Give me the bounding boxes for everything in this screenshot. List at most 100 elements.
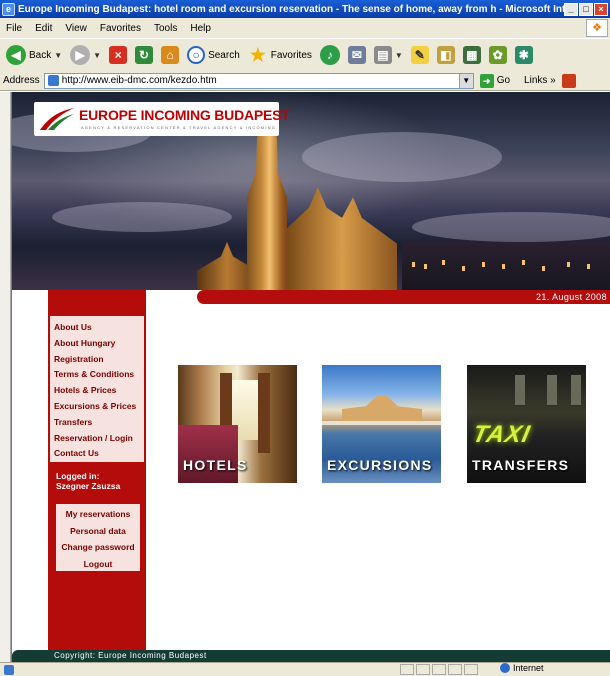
links-extra-icon[interactable]	[561, 73, 576, 88]
address-label: Address	[3, 75, 40, 86]
nav-about-hungary[interactable]: About Hungary	[50, 336, 144, 352]
mail-button[interactable]: ✉	[346, 42, 368, 68]
church-roofs	[287, 187, 397, 290]
messenger-icon: ✿	[488, 46, 507, 64]
toolbar: ◀ Back ▼ ▶ ▼ × ↻ ⌂ ○ Search ★ Favorites …	[0, 38, 610, 71]
logo-swoosh-icon	[40, 108, 74, 130]
media-button[interactable]: ♪	[318, 42, 342, 68]
favorites-label: Favorites	[270, 49, 312, 61]
main-nav: About Us About Hungary Registration Term…	[50, 316, 144, 462]
status-panes	[400, 664, 478, 675]
print-icon: ▤	[373, 46, 392, 64]
puzzle-icon: ✱	[514, 46, 533, 64]
chevron-down-icon[interactable]: ▼	[93, 51, 101, 60]
bridge-photo	[322, 421, 441, 425]
messenger-button[interactable]: ✿	[487, 42, 509, 68]
hero-banner: EUROPE INCOMING BUDAPEST AGENCY & RESERV…	[12, 92, 610, 290]
chevron-down-icon[interactable]: ▼	[458, 73, 473, 88]
left-frame-edge	[0, 92, 11, 662]
transfers-tile[interactable]: TAXI TRANSFERS	[467, 365, 586, 483]
home-button[interactable]: ⌂	[159, 42, 181, 68]
logo-tagline: AGENCY & RESERVATION CENTER & TRAVEL AGE…	[81, 125, 277, 130]
edit-icon: ✎	[410, 46, 429, 64]
refresh-button[interactable]: ↻	[133, 42, 155, 68]
logo-text: EUROPE INCOMING BUDAPEST	[79, 107, 290, 123]
window-controls: _ □ ×	[564, 2, 608, 16]
address-url: http://www.eib-dmc.com/kezdo.htm	[61, 75, 217, 86]
menu-favorites[interactable]: Favorites	[100, 23, 141, 34]
back-label: Back	[29, 49, 52, 61]
star-icon: ★	[249, 45, 266, 65]
nav-contact-us[interactable]: Contact Us	[50, 446, 144, 462]
go-arrow-icon: ➜	[479, 73, 494, 88]
cloud	[52, 202, 232, 232]
personal-data-link[interactable]: Personal data	[56, 523, 140, 540]
tools-extra-button[interactable]: ✱	[513, 42, 535, 68]
page-status-icon	[4, 664, 14, 675]
nav-transfers[interactable]: Transfers	[50, 415, 144, 431]
research-icon: ▦	[462, 46, 481, 64]
nav-terms[interactable]: Terms & Conditions	[50, 367, 144, 383]
page-icon	[47, 75, 59, 86]
security-zone: Internet	[500, 663, 544, 673]
mail-icon: ✉	[347, 46, 366, 64]
city-buildings	[402, 242, 610, 290]
refresh-icon: ↻	[135, 46, 154, 64]
chevron-down-icon[interactable]: ▼	[395, 51, 403, 60]
media-icon: ♪	[319, 45, 340, 65]
address-bar: Address http://www.eib-dmc.com/kezdo.htm…	[0, 71, 610, 91]
discuss-button[interactable]: ◧	[435, 42, 457, 68]
menu-help[interactable]: Help	[190, 23, 211, 34]
favorites-button[interactable]: ★ Favorites	[246, 42, 314, 68]
menu-view[interactable]: View	[65, 23, 87, 34]
search-icon: ○	[187, 46, 206, 64]
chevron-down-icon[interactable]: ▼	[54, 51, 62, 60]
minimize-button[interactable]: _	[564, 2, 578, 16]
go-label: Go	[496, 75, 511, 86]
back-arrow-icon: ◀	[6, 45, 26, 65]
stop-button[interactable]: ×	[107, 42, 129, 68]
menu-edit[interactable]: Edit	[35, 23, 52, 34]
change-password-link[interactable]: Change password	[56, 539, 140, 556]
maximize-button[interactable]: □	[579, 2, 593, 16]
discuss-icon: ◧	[436, 46, 455, 64]
ie-icon: e	[2, 2, 15, 16]
transfers-tile-label: TRANSFERS	[472, 457, 570, 473]
go-button[interactable]: ➜ Go	[479, 73, 511, 88]
address-input[interactable]: http://www.eib-dmc.com/kezdo.htm ▼	[43, 72, 474, 89]
logged-in-label: Logged in:	[56, 471, 100, 481]
nav-reservation-login[interactable]: Reservation / Login	[50, 431, 144, 447]
close-button[interactable]: ×	[594, 2, 608, 16]
status-bar: Internet	[0, 662, 610, 676]
nav-registration[interactable]: Registration	[50, 352, 144, 368]
links-button[interactable]: Links »	[524, 75, 556, 86]
user-menu: My reservations Personal data Change pas…	[56, 504, 140, 571]
sidebar: About Us About Hungary Registration Term…	[48, 290, 146, 650]
menu-bar: File Edit View Favorites Tools Help ❖	[0, 18, 610, 38]
search-button[interactable]: ○ Search	[185, 42, 242, 68]
web-page: EUROPE INCOMING BUDAPEST AGENCY & RESERV…	[11, 92, 610, 662]
nav-excursions-prices[interactable]: Excursions & Prices	[50, 399, 144, 415]
my-reservations-link[interactable]: My reservations	[56, 506, 140, 523]
hotels-tile[interactable]: HOTELS	[178, 365, 297, 483]
taxi-sign: TAXI	[470, 421, 533, 448]
parliament-photo	[342, 395, 422, 423]
date-strip: 21. August 2008	[197, 290, 610, 304]
back-button[interactable]: ◀ Back ▼	[4, 42, 64, 68]
footer: Copyright: Europe Incoming Budapest	[12, 650, 610, 662]
nav-about-us[interactable]: About Us	[50, 320, 144, 336]
print-button[interactable]: ▤ ▼	[372, 42, 405, 68]
logged-in-info: Logged in: Szegner Zsuzsa	[56, 471, 120, 491]
research-button[interactable]: ▦	[461, 42, 483, 68]
nav-hotels-prices[interactable]: Hotels & Prices	[50, 383, 144, 399]
building-window	[547, 375, 557, 405]
site-logo[interactable]: EUROPE INCOMING BUDAPEST AGENCY & RESERV…	[34, 102, 290, 136]
menu-tools[interactable]: Tools	[154, 23, 177, 34]
logout-link[interactable]: Logout	[56, 556, 140, 573]
excursions-tile[interactable]: EXCURSIONS	[322, 365, 441, 483]
menu-file[interactable]: File	[6, 23, 22, 34]
edit-button[interactable]: ✎	[409, 42, 431, 68]
building-window	[571, 375, 581, 405]
forward-button[interactable]: ▶ ▼	[68, 42, 103, 68]
stop-icon: ×	[109, 46, 128, 64]
